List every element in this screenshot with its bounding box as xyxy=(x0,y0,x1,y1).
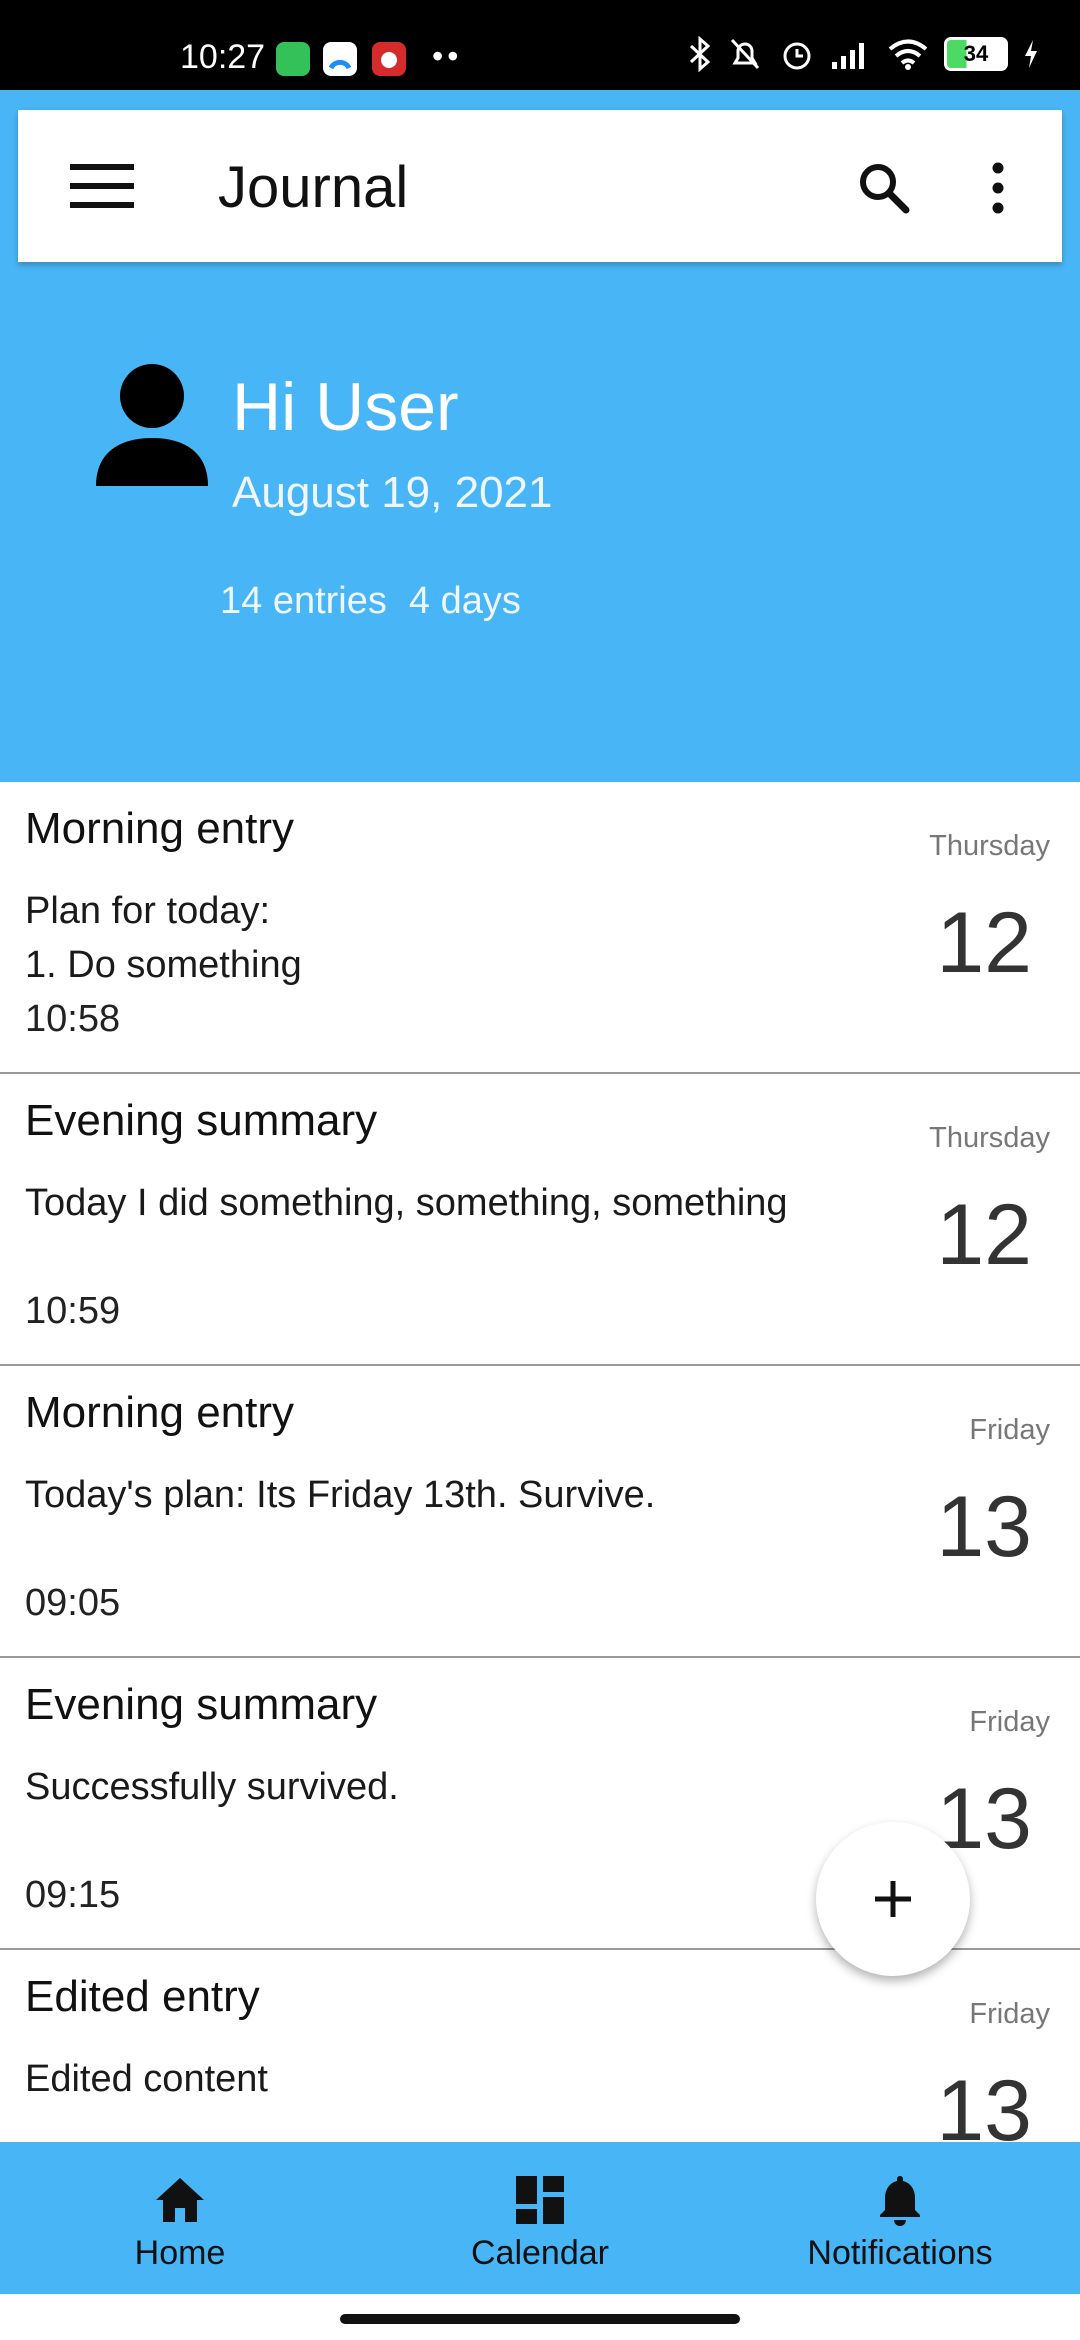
charging-icon xyxy=(1025,40,1037,68)
entry-day: 13 xyxy=(936,1479,1032,1575)
entry-body: Today I did something, something, someth… xyxy=(25,1182,788,1224)
entry-day: 12 xyxy=(936,1187,1032,1283)
plus-icon xyxy=(875,1881,911,1917)
days-count: 4 days xyxy=(408,580,521,622)
bluetooth-icon xyxy=(689,36,711,72)
status-bar: 10:27 •• 34 xyxy=(0,0,1080,90)
entry-weekday: Thursday xyxy=(929,1122,1050,1154)
entry-weekday: Thursday xyxy=(929,830,1050,862)
entry-weekday: Friday xyxy=(969,1414,1050,1446)
entry-time: 09:05 xyxy=(25,1582,121,1624)
entry-title: Evening summary xyxy=(25,1096,378,1145)
battery-indicator: 34 xyxy=(944,37,1008,71)
nav-home-label: Home xyxy=(134,2234,226,2272)
wifi-icon xyxy=(888,39,928,70)
red-app-icon xyxy=(372,42,406,76)
status-time: 10:27 xyxy=(180,38,266,76)
entry-body: Today's plan: Its Friday 13th. Survive. xyxy=(25,1474,656,1516)
list-item[interactable]: Evening summary Today I did something, s… xyxy=(0,1074,1080,1366)
entries-count: 14 entries xyxy=(220,580,387,622)
bottom-navigation: Home Calendar Notifications xyxy=(0,2142,1080,2294)
entry-body: Plan for today: 1. Do something xyxy=(25,890,302,986)
avatar xyxy=(96,364,208,486)
menu-icon[interactable] xyxy=(70,164,134,208)
nav-calendar-label: Calendar xyxy=(471,2234,609,2272)
list-item[interactable]: Morning entry Today's plan: Its Friday 1… xyxy=(0,1366,1080,1658)
profile-header: Journal Hi User August 19, 2021 14 entri… xyxy=(0,90,1080,782)
entry-title: Evening summary xyxy=(25,1680,378,1729)
current-date: August 19, 2021 xyxy=(232,468,553,517)
entry-time: 10:59 xyxy=(25,1290,121,1332)
dashboard-icon xyxy=(516,2176,564,2224)
gesture-area xyxy=(0,2294,1080,2340)
list-item[interactable]: Morning entry Plan for today: 1. Do some… xyxy=(0,782,1080,1074)
entry-time: 09:15 xyxy=(25,1874,121,1916)
journal-stats: 14 entries 4 days xyxy=(220,580,543,623)
entry-weekday: Friday xyxy=(969,1998,1050,2030)
entry-body: Edited content xyxy=(25,2058,268,2100)
entry-title: Morning entry xyxy=(25,804,295,853)
more-notifications-dots: •• xyxy=(432,38,463,74)
muted-bell-icon xyxy=(730,38,760,70)
search-icon[interactable] xyxy=(854,158,914,218)
green-app-icon xyxy=(276,42,310,76)
bell-icon xyxy=(880,2176,920,2226)
nav-calendar[interactable]: Calendar xyxy=(360,2142,720,2294)
entry-weekday: Friday xyxy=(969,1706,1050,1738)
page-title: Journal xyxy=(218,155,409,220)
greeting: Hi User xyxy=(232,369,459,445)
home-icon xyxy=(156,2178,204,2222)
entry-title: Edited entry xyxy=(25,1972,260,2021)
entry-day: 12 xyxy=(936,895,1032,991)
home-gesture-bar[interactable] xyxy=(340,2314,740,2324)
nav-notifications[interactable]: Notifications xyxy=(720,2142,1080,2294)
nav-home[interactable]: Home xyxy=(0,2142,360,2294)
app-bar: Journal xyxy=(18,110,1062,262)
signal-icon xyxy=(832,43,864,69)
entry-time: 10:58 xyxy=(25,998,121,1040)
entry-body: Successfully survived. xyxy=(25,1766,399,1808)
entry-title: Morning entry xyxy=(25,1388,295,1437)
add-entry-button[interactable] xyxy=(816,1822,970,1976)
blue-app-icon xyxy=(323,42,357,76)
more-vert-icon[interactable] xyxy=(986,158,1010,218)
entries-list: Morning entry Plan for today: 1. Do some… xyxy=(0,782,1080,2242)
status-indicators: 34 xyxy=(688,36,1040,72)
nav-notifications-label: Notifications xyxy=(807,2234,993,2272)
alarm-icon xyxy=(783,42,811,70)
